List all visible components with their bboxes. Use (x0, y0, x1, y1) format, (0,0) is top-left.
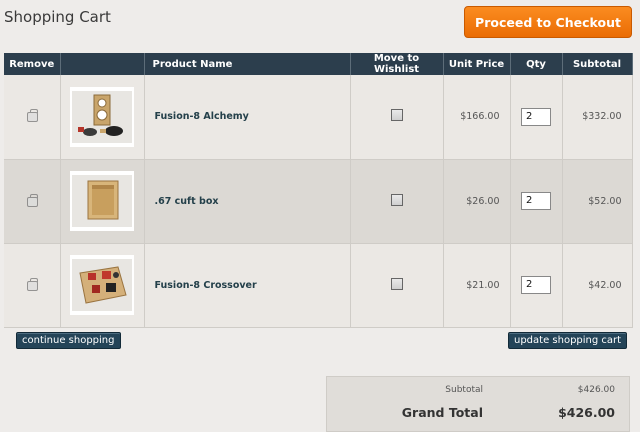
product-thumbnail[interactable] (70, 86, 134, 147)
grand-total-value: $426.00 (558, 405, 615, 420)
header-unit-price: Unit Price (443, 53, 511, 75)
table-row: Fusion-8 Crossover $21.00 2 $42.00 (4, 243, 633, 328)
crossover-board-image (72, 259, 132, 311)
row-subtotal: $42.00 (562, 243, 633, 328)
remove-trash-icon[interactable] (26, 277, 38, 291)
page-title: Shopping Cart (4, 8, 111, 26)
cart-totals: Subtotal $426.00 Grand Total $426.00 (326, 376, 630, 432)
row-subtotal: $332.00 (562, 75, 633, 160)
table-row: .67 cuft box $26.00 2 $52.00 (4, 159, 633, 244)
subtotal-label: Subtotal (445, 385, 483, 395)
wishlist-checkbox[interactable] (390, 193, 403, 206)
continue-shopping-button[interactable]: continue shopping (16, 332, 121, 349)
product-name-link[interactable]: .67 cuft box (144, 159, 351, 244)
remove-trash-icon[interactable] (26, 109, 38, 123)
header-remove: Remove (4, 53, 61, 75)
header-subtotal: Subtotal (562, 53, 633, 75)
product-thumbnail[interactable] (70, 255, 134, 315)
unit-price: $166.00 (443, 75, 511, 160)
table-row: Fusion-8 Alchemy $166.00 2 $332.00 (4, 75, 633, 160)
product-name-link[interactable]: Fusion-8 Crossover (144, 243, 351, 328)
header-qty: Qty (510, 53, 563, 75)
remove-trash-icon[interactable] (26, 193, 38, 207)
proceed-to-checkout-button[interactable]: Proceed to Checkout (464, 6, 632, 38)
qty-input[interactable]: 2 (521, 192, 551, 210)
unit-price: $21.00 (443, 243, 511, 328)
wishlist-checkbox[interactable] (390, 277, 403, 290)
update-shopping-cart-button[interactable]: update shopping cart (508, 332, 628, 349)
product-name-link[interactable]: Fusion-8 Alchemy (144, 75, 351, 160)
header-move-to-wishlist: Move to Wishlist (350, 53, 444, 75)
subtotal-value: $426.00 (577, 385, 615, 395)
row-subtotal: $52.00 (562, 159, 633, 244)
grand-total-label: Grand Total (401, 405, 483, 420)
cart-table: Remove Product Name Move to Wishlist Uni… (4, 53, 633, 328)
header-image (60, 53, 145, 75)
qty-input[interactable]: 2 (521, 276, 551, 294)
speaker-kit-image (72, 90, 132, 143)
qty-input[interactable]: 2 (521, 107, 551, 126)
table-header-row: Remove Product Name Move to Wishlist Uni… (4, 53, 633, 75)
header-product-name: Product Name (144, 53, 351, 75)
wooden-box-image (72, 175, 132, 227)
product-thumbnail[interactable] (70, 171, 134, 231)
wishlist-checkbox[interactable] (390, 109, 403, 122)
unit-price: $26.00 (443, 159, 511, 244)
